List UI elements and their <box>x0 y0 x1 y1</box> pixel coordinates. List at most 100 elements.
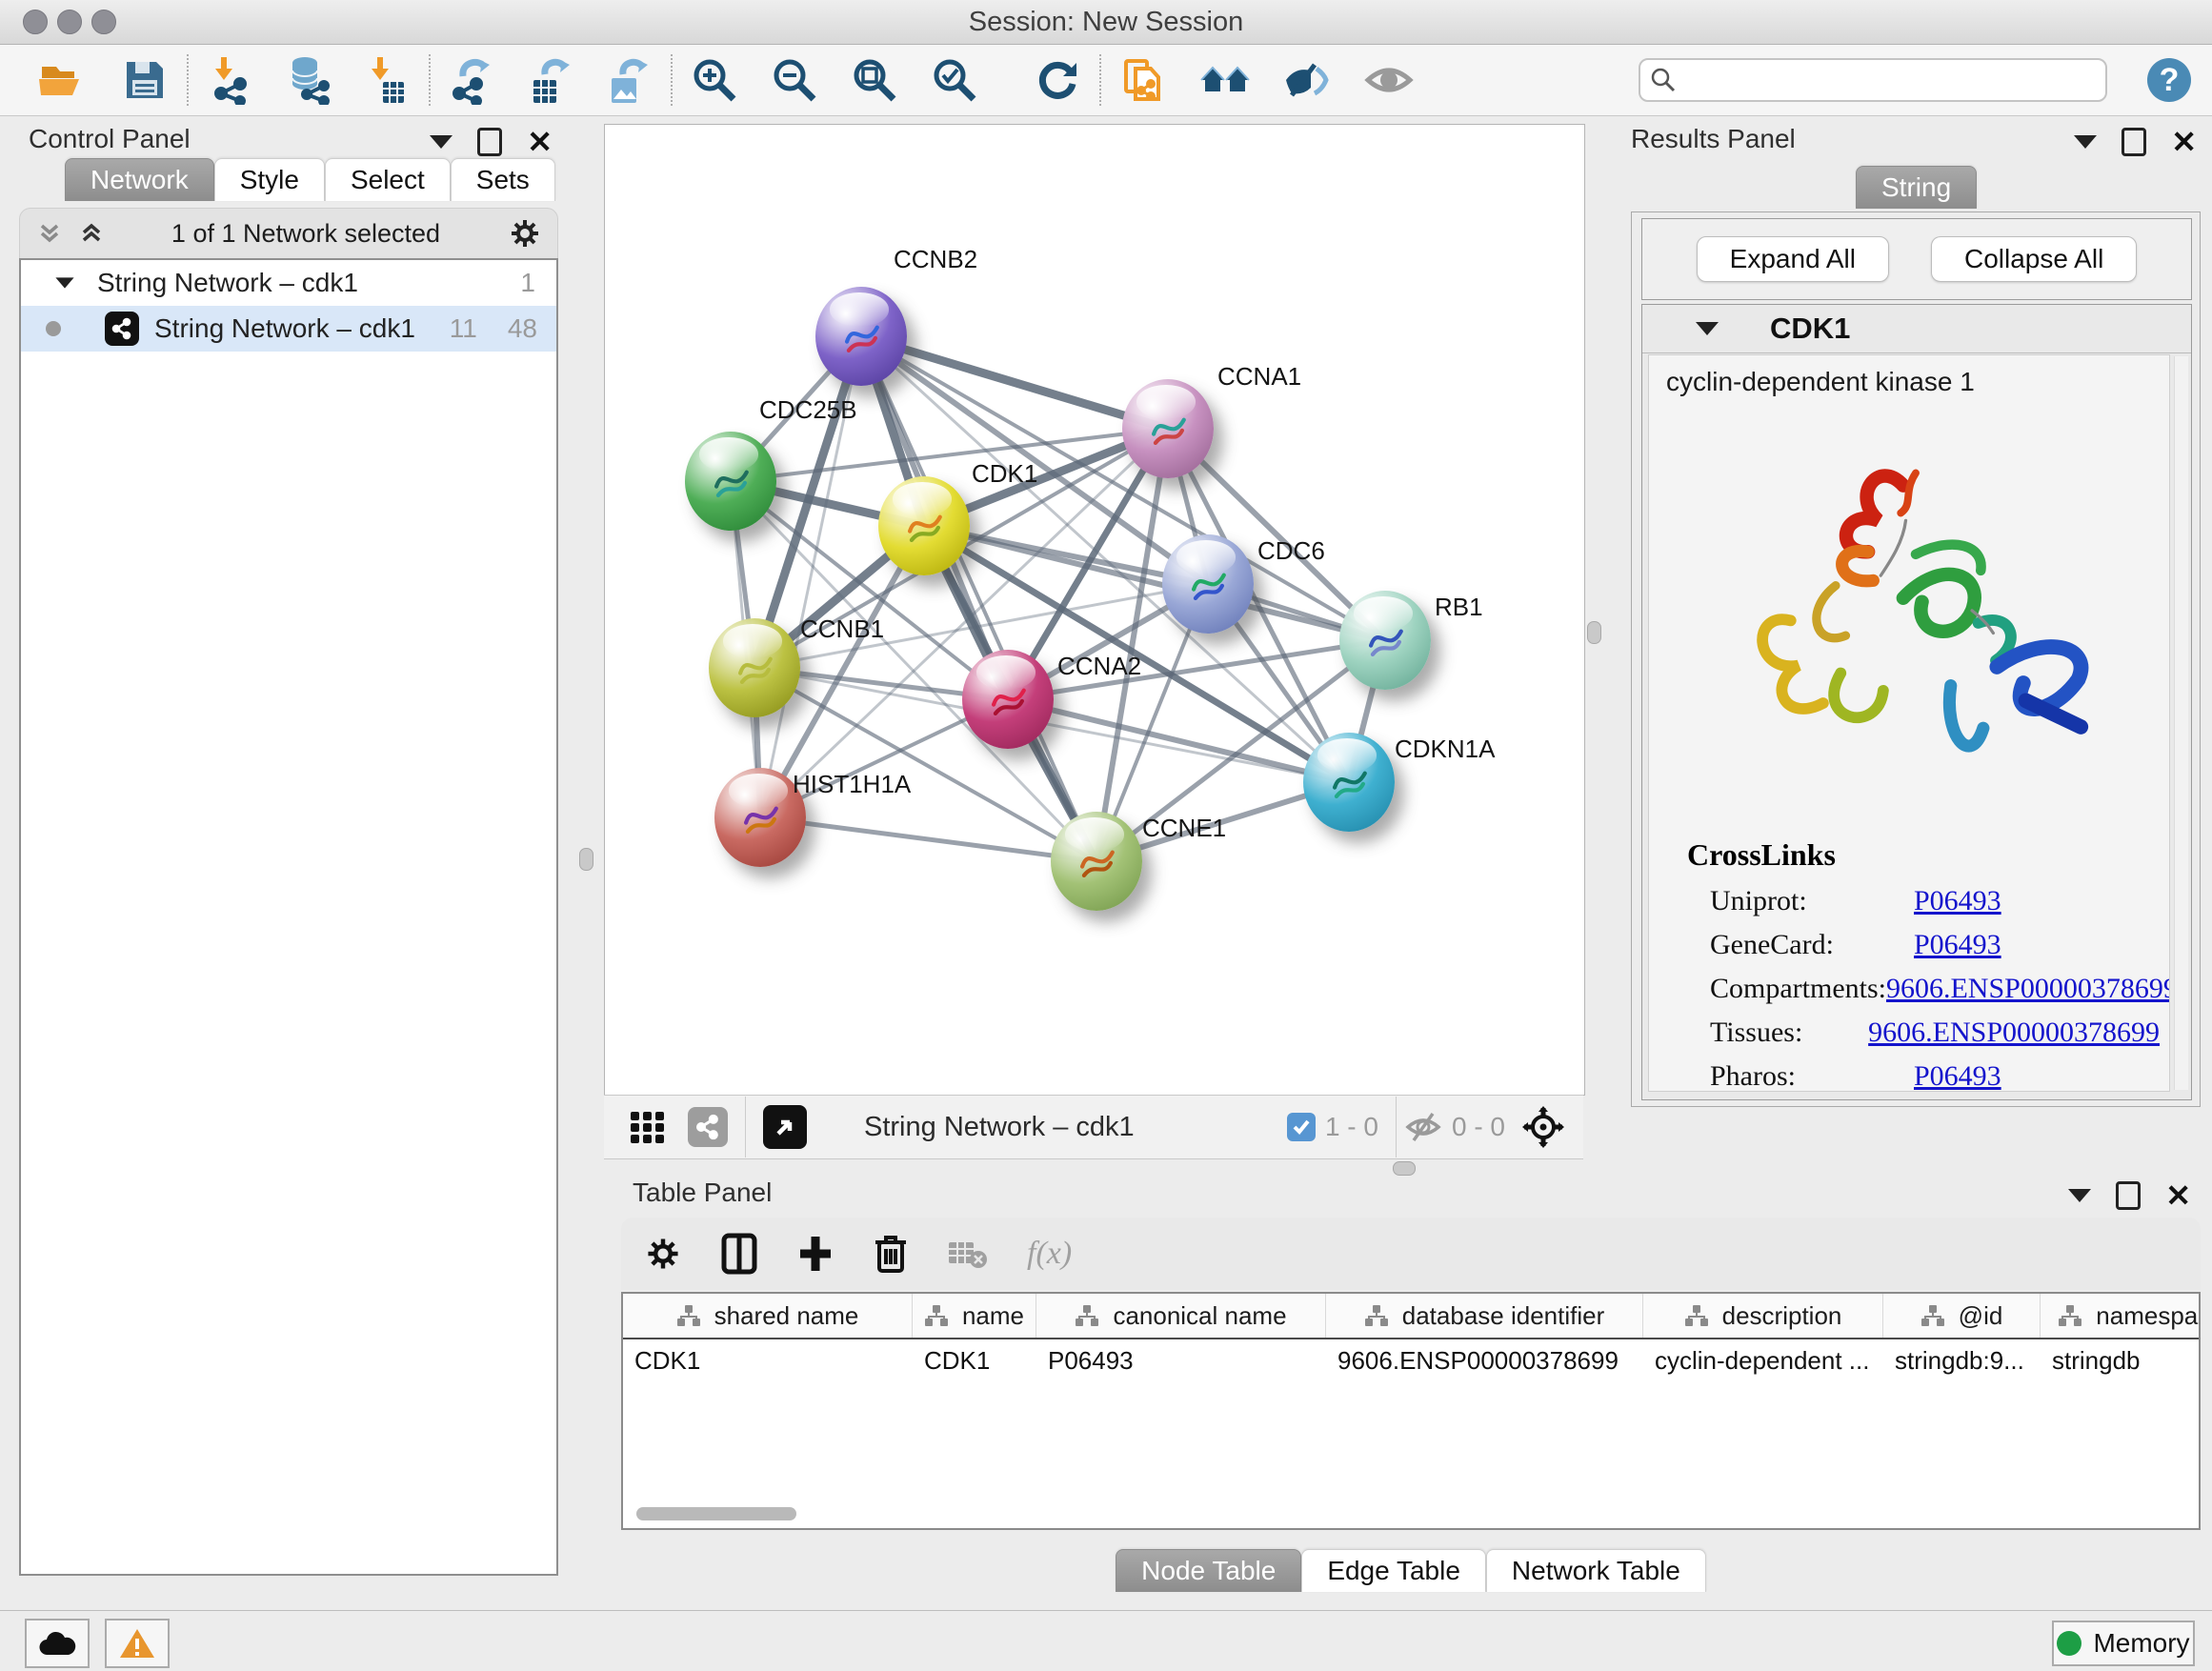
network-view-title: String Network – cdk1 <box>864 1112 1135 1143</box>
import-network-from-database-icon[interactable] <box>282 53 335 107</box>
node-CDKN1A[interactable] <box>1303 733 1395 832</box>
home-icon[interactable] <box>1198 53 1252 107</box>
tab-edge-table[interactable]: Edge Table <box>1301 1549 1486 1592</box>
tab-style[interactable]: Style <box>214 158 325 201</box>
network-options-gear-icon[interactable] <box>508 216 542 251</box>
network-collection-row[interactable]: String Network – cdk1 1 <box>21 260 556 306</box>
table-horizontal-scrollbar[interactable] <box>636 1507 796 1520</box>
search-input[interactable] <box>1639 58 2107 102</box>
column-type-icon <box>1364 1304 1389 1327</box>
birdseye-icon[interactable] <box>763 1105 807 1149</box>
crosslink-label: Tissues: <box>1710 1017 1868 1049</box>
panel-menu-icon[interactable] <box>430 135 452 149</box>
warning-icon[interactable] <box>105 1619 170 1668</box>
table-cell: P06493 <box>1036 1339 1326 1381</box>
collapse-all-icon[interactable] <box>37 221 62 246</box>
duplicate-network-icon[interactable] <box>1116 53 1170 107</box>
add-column-icon[interactable] <box>796 1233 835 1275</box>
panel-menu-icon[interactable] <box>2074 135 2097 149</box>
crosslink-row: Uniprot:P06493 <box>1710 885 2160 929</box>
hidden-eye-slash-icon[interactable] <box>1404 1110 1442 1144</box>
table-settings-gear-icon[interactable] <box>644 1235 682 1273</box>
tab-network[interactable]: Network <box>65 158 214 201</box>
node-RB1[interactable] <box>1339 591 1431 690</box>
share-view-icon[interactable] <box>688 1107 728 1147</box>
help-icon[interactable]: ? <box>2147 58 2191 102</box>
crosslink-value-link[interactable]: 9606.ENSP00000378699 <box>1868 1017 2160 1049</box>
column-header-name[interactable]: name <box>913 1294 1036 1338</box>
column-header-database-identifier[interactable]: database identifier <box>1326 1294 1643 1338</box>
selected-checkbox-icon[interactable] <box>1287 1113 1316 1141</box>
crosslink-row: Compartments:9606.ENSP00000378699 <box>1710 973 2160 1017</box>
function-builder-icon[interactable]: f(x) <box>1027 1236 1072 1272</box>
show-columns-icon[interactable] <box>720 1233 758 1275</box>
node-CCNB1[interactable] <box>709 618 800 717</box>
column-header-label: shared name <box>714 1301 859 1331</box>
export-network-icon[interactable] <box>446 53 499 107</box>
edge-HIST1H1A-CCNE1[interactable] <box>760 817 1096 861</box>
column-header-label: database identifier <box>1402 1301 1604 1331</box>
tab-string[interactable]: String <box>1856 166 1977 209</box>
cloud-icon[interactable] <box>25 1619 90 1668</box>
node-label-CDK1: CDK1 <box>972 459 1037 489</box>
node-CCNB2[interactable] <box>815 287 907 386</box>
crosslink-value-link[interactable]: P06493 <box>1914 1060 2001 1092</box>
zoom-selected-icon[interactable] <box>928 53 981 107</box>
network-name: String Network – cdk1 <box>154 313 415 344</box>
edge-CCNB2-CCNA1[interactable] <box>861 336 1168 429</box>
results-scrollbar[interactable] <box>2174 356 2188 1090</box>
node-CCNA1[interactable] <box>1122 379 1214 478</box>
tab-select[interactable]: Select <box>325 158 451 201</box>
fit-selected-crosshair-icon[interactable] <box>1522 1106 1564 1148</box>
zoom-out-icon[interactable] <box>768 53 821 107</box>
hide-graphics-details-icon[interactable] <box>1280 53 1334 107</box>
float-panel-icon[interactable] <box>477 128 502 156</box>
table-cell: CDK1 <box>913 1339 1036 1381</box>
close-panel-icon[interactable]: ✕ <box>2171 131 2197 153</box>
node-CDC25B[interactable] <box>685 432 776 531</box>
close-panel-icon[interactable]: ✕ <box>527 131 553 153</box>
import-table-icon[interactable] <box>360 53 413 107</box>
node-CCNA2[interactable] <box>962 650 1054 749</box>
column-header-canonical-name[interactable]: canonical name <box>1036 1294 1326 1338</box>
crosslink-value-link[interactable]: 9606.ENSP00000378699 <box>1886 973 2170 1005</box>
network-canvas[interactable]: CCNB2CCNA1CDC25BCDK1CDC6RB1CCNB1CCNA2CDK… <box>604 124 1585 1096</box>
show-graphics-details-icon[interactable] <box>1362 53 1416 107</box>
crosslink-value-link[interactable]: P06493 <box>1914 885 2001 917</box>
toolbar-separator <box>1099 54 1101 106</box>
collection-expand-icon[interactable] <box>55 277 73 288</box>
protein-thumbnail-HIST1H1A <box>732 791 789 844</box>
expand-all-icon[interactable] <box>79 221 104 246</box>
delete-table-icon[interactable] <box>947 1237 989 1271</box>
crosslink-value-link[interactable]: P06493 <box>1914 929 2001 961</box>
export-table-icon[interactable] <box>524 53 577 107</box>
delete-column-icon[interactable] <box>873 1233 909 1275</box>
zoom-in-icon[interactable] <box>688 53 741 107</box>
selected-count: 1 - 0 <box>1325 1112 1378 1142</box>
tab-node-table[interactable]: Node Table <box>1116 1549 1301 1592</box>
node-CDK1[interactable] <box>878 476 970 575</box>
float-panel-icon[interactable] <box>2122 128 2146 156</box>
tab-sets[interactable]: Sets <box>451 158 555 201</box>
gene-collapse-icon[interactable] <box>1696 322 1719 335</box>
gene-section-header[interactable]: CDK1 <box>1642 305 2191 353</box>
memory-status-button[interactable]: Memory <box>2052 1621 2195 1666</box>
node-CDC6[interactable] <box>1162 534 1254 634</box>
collection-count: 1 <box>520 268 535 298</box>
column-header-shared-name[interactable]: shared name <box>623 1294 913 1338</box>
import-network-from-file-icon[interactable] <box>204 53 257 107</box>
refresh-icon[interactable] <box>1031 53 1084 107</box>
grid-view-icon[interactable] <box>629 1108 667 1146</box>
export-image-icon[interactable] <box>602 53 655 107</box>
results-panel: Results Panel ✕ String Expand All Collap… <box>1619 124 2204 1599</box>
network-row[interactable]: String Network – cdk1 11 48 <box>21 306 556 352</box>
expand-all-button[interactable]: Expand All <box>1697 236 1889 282</box>
left-splitter-handle[interactable] <box>579 848 593 871</box>
open-session-icon[interactable] <box>34 53 88 107</box>
zoom-fit-icon[interactable] <box>848 53 901 107</box>
right-splitter-handle[interactable] <box>1587 621 1601 644</box>
save-session-icon[interactable] <box>118 53 171 107</box>
collapse-all-button[interactable]: Collapse All <box>1931 236 2137 282</box>
network-view-toolbar: String Network – cdk1 1 - 0 0 - 0 <box>604 1095 1583 1159</box>
node-CCNE1[interactable] <box>1051 812 1142 911</box>
